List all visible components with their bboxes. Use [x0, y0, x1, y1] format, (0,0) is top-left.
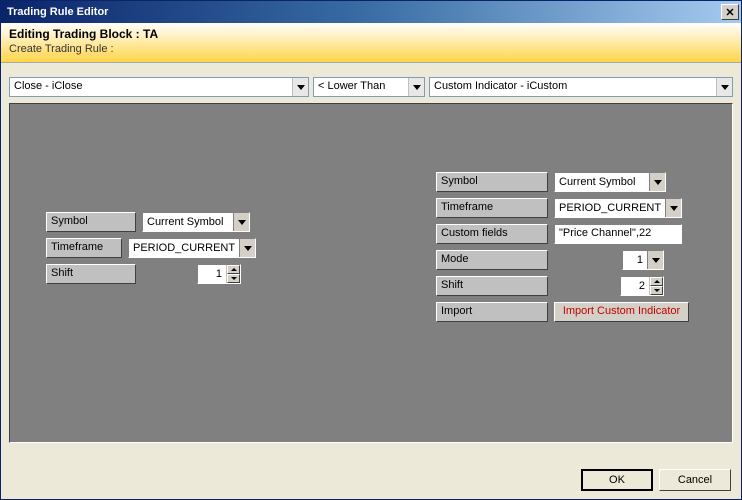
- field-row-import: Import Import Custom Indicator: [436, 302, 696, 322]
- header-strip: Editing Trading Block : TA Create Tradin…: [1, 23, 741, 63]
- field-row-custom-fields: Custom fields "Price Channel",22: [436, 224, 696, 244]
- cancel-button[interactable]: Cancel: [659, 469, 731, 491]
- field-row-timeframe: Timeframe PERIOD_CURRENT: [46, 238, 256, 258]
- right-operand-select[interactable]: Custom Indicator - iCustom: [429, 77, 733, 97]
- right-mode-value: 1: [623, 252, 647, 268]
- spin-up-button[interactable]: [227, 265, 240, 274]
- editing-block-label: Editing Trading Block : TA: [9, 27, 733, 41]
- operator-select[interactable]: < Lower Than: [313, 77, 425, 97]
- dropdown-icon: [408, 78, 424, 96]
- shift-label: Shift: [46, 264, 136, 284]
- right-timeframe-value: PERIOD_CURRENT: [555, 200, 665, 216]
- spin-up-button[interactable]: [650, 277, 663, 286]
- chevron-down-icon: [239, 239, 255, 257]
- spin-down-button[interactable]: [650, 286, 663, 295]
- left-shift-spinner[interactable]: 1: [197, 264, 241, 284]
- right-symbol-value: Current Symbol: [555, 174, 649, 190]
- left-symbol-select[interactable]: Current Symbol: [142, 212, 250, 232]
- timeframe-label: Timeframe: [436, 198, 548, 218]
- left-timeframe-value: PERIOD_CURRENT: [129, 240, 239, 256]
- mode-label: Mode: [436, 250, 548, 270]
- close-button[interactable]: ✕: [721, 4, 739, 20]
- left-operand-select[interactable]: Close - iClose: [9, 77, 309, 97]
- trading-rule-editor-window: Trading Rule Editor ✕ Editing Trading Bl…: [0, 0, 742, 500]
- titlebar: Trading Rule Editor ✕: [1, 1, 741, 23]
- right-operand-panel: Symbol Current Symbol Timeframe PERIOD_C…: [436, 172, 696, 328]
- field-row-shift: Shift 2: [436, 276, 696, 296]
- left-operand-panel: Symbol Current Symbol Timeframe PERIOD_C…: [46, 212, 256, 290]
- left-operand-value: Close - iClose: [10, 78, 292, 96]
- right-mode-select[interactable]: 1: [622, 250, 664, 270]
- spinner-buttons: [226, 265, 240, 283]
- spin-down-button[interactable]: [227, 274, 240, 283]
- left-timeframe-select[interactable]: PERIOD_CURRENT: [128, 238, 256, 258]
- chevron-down-icon: [665, 199, 681, 217]
- ok-button[interactable]: OK: [581, 469, 653, 491]
- create-rule-label: Create Trading Rule :: [9, 43, 733, 55]
- right-symbol-select[interactable]: Current Symbol: [554, 172, 666, 192]
- shift-label: Shift: [436, 276, 548, 296]
- field-row-symbol: Symbol Current Symbol: [436, 172, 696, 192]
- dialog-button-row: OK Cancel: [581, 469, 731, 491]
- spinner-buttons: [649, 277, 663, 295]
- field-row-shift: Shift 1: [46, 264, 256, 284]
- dropdown-icon: [716, 78, 732, 96]
- custom-fields-input[interactable]: "Price Channel",22: [554, 224, 682, 244]
- right-shift-value: 2: [621, 280, 649, 292]
- rule-selector-row: Close - iClose < Lower Than Custom Indic…: [1, 63, 741, 101]
- field-row-symbol: Symbol Current Symbol: [46, 212, 256, 232]
- dropdown-icon: [292, 78, 308, 96]
- close-icon: ✕: [725, 6, 734, 19]
- field-row-timeframe: Timeframe PERIOD_CURRENT: [436, 198, 696, 218]
- right-timeframe-select[interactable]: PERIOD_CURRENT: [554, 198, 682, 218]
- chevron-down-icon: [649, 173, 665, 191]
- work-area: Symbol Current Symbol Timeframe PERIOD_C…: [9, 103, 733, 443]
- import-label: Import: [436, 302, 548, 322]
- custom-fields-label: Custom fields: [436, 224, 548, 244]
- chevron-down-icon: [647, 251, 663, 269]
- timeframe-label: Timeframe: [46, 238, 122, 258]
- symbol-label: Symbol: [46, 212, 136, 232]
- right-shift-spinner[interactable]: 2: [620, 276, 664, 296]
- import-custom-indicator-button[interactable]: Import Custom Indicator: [554, 302, 689, 322]
- left-symbol-value: Current Symbol: [143, 214, 233, 230]
- symbol-label: Symbol: [436, 172, 548, 192]
- operator-value: < Lower Than: [314, 78, 408, 96]
- chevron-down-icon: [233, 213, 249, 231]
- left-shift-value: 1: [198, 268, 226, 280]
- field-row-mode: Mode 1: [436, 250, 696, 270]
- right-operand-value: Custom Indicator - iCustom: [430, 78, 716, 96]
- window-title: Trading Rule Editor: [7, 6, 721, 18]
